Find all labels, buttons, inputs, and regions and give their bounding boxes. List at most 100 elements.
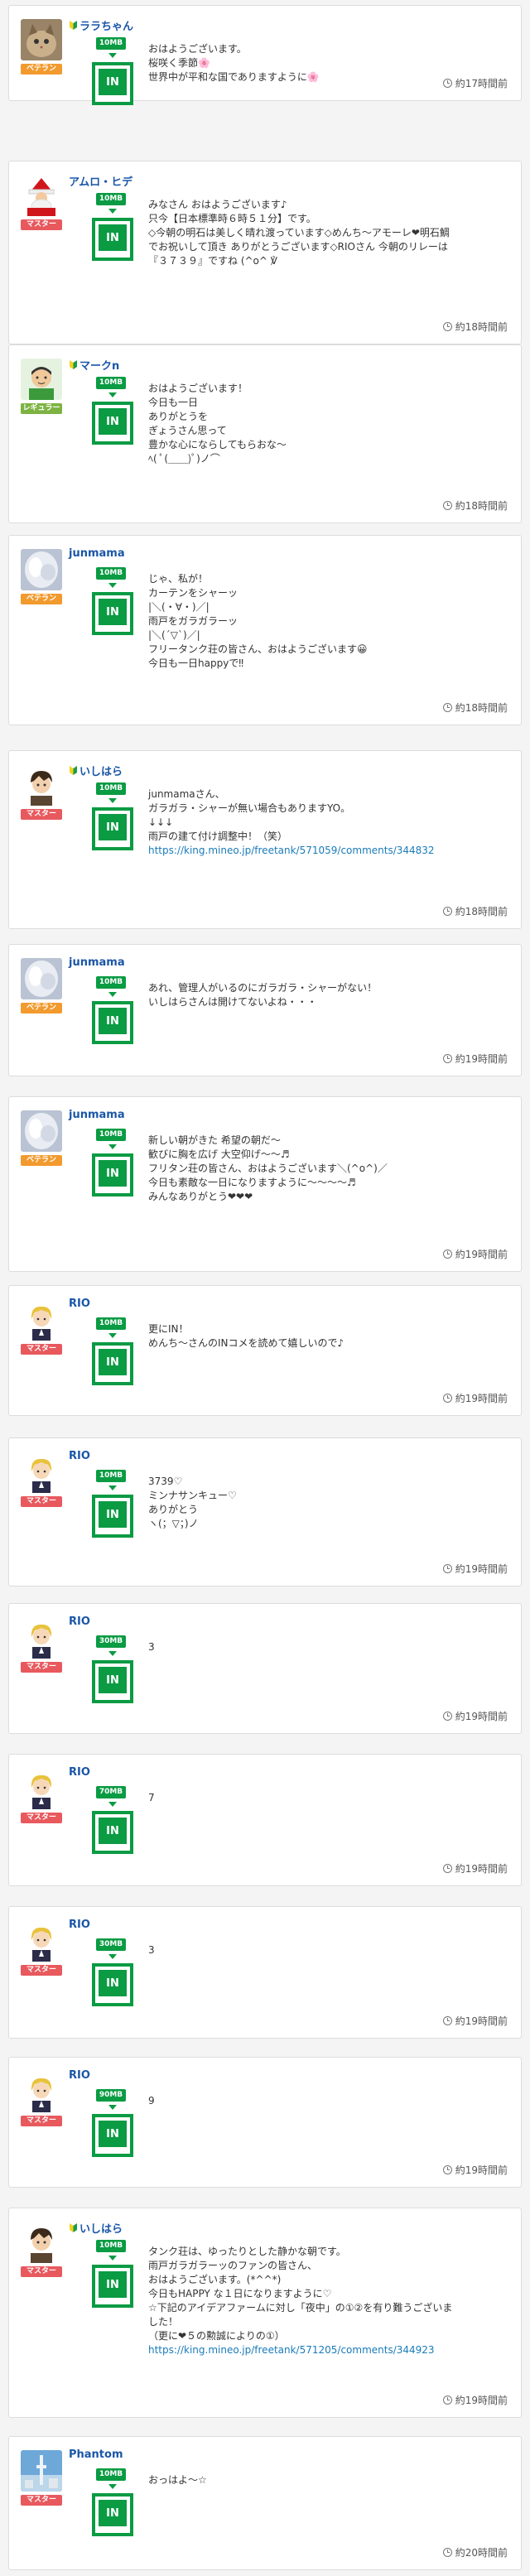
comment-link[interactable]: https://king.mineo.jp/freetank/571205/co… bbox=[148, 2343, 513, 2357]
avatar[interactable] bbox=[21, 359, 62, 400]
timestamp-label: 約19時間前 bbox=[455, 1863, 508, 1875]
beginner-badge-icon bbox=[70, 21, 77, 30]
clock-icon bbox=[442, 1864, 452, 1873]
comment-line: みんなありがとう❤❤❤ bbox=[148, 1191, 253, 1202]
comment-line: タンク荘は、ゆったりとした静かな朝です。 bbox=[148, 2246, 346, 2257]
in-tank-icon: IN bbox=[92, 1153, 133, 1197]
username-label[interactable]: junmama bbox=[69, 956, 125, 969]
rank-badge: マスター bbox=[21, 1344, 62, 1355]
data-amount-badge: 10MB bbox=[96, 782, 126, 795]
username-label[interactable]: RIO bbox=[69, 1615, 90, 1628]
down-arrow-icon bbox=[108, 1651, 117, 1656]
username-label[interactable]: junmama bbox=[69, 547, 125, 560]
comment-body: 9 bbox=[148, 2094, 513, 2108]
avatar[interactable] bbox=[21, 2450, 62, 2492]
data-amount-badge: 10MB bbox=[96, 1129, 126, 1141]
in-tank-icon: IN bbox=[92, 402, 133, 445]
username-label[interactable]: マークn bbox=[80, 357, 119, 373]
username[interactable]: RIO bbox=[69, 2069, 90, 2082]
username-label[interactable]: RIO bbox=[69, 1919, 90, 1931]
comment-card: マスター RIO 70MB IN 7 約19時間前 bbox=[8, 1754, 522, 1886]
username[interactable]: Phantom bbox=[69, 2448, 123, 2461]
username-label[interactable]: いしはら bbox=[80, 2220, 123, 2236]
avatar[interactable] bbox=[21, 1299, 62, 1341]
username[interactable]: いしはら bbox=[69, 2220, 123, 2236]
username-label[interactable]: ララちゃん bbox=[80, 17, 133, 33]
rank-badge: マスター bbox=[21, 2266, 62, 2277]
comment-line: ミンナサンキュー♡ bbox=[148, 1490, 237, 1501]
username-label[interactable]: アムロ・ヒデ bbox=[69, 173, 132, 189]
clock-icon bbox=[442, 2016, 452, 2025]
down-arrow-icon bbox=[108, 53, 117, 58]
username[interactable]: junmama bbox=[69, 956, 125, 969]
clock-icon bbox=[442, 2395, 452, 2405]
timestamp-label: 約18時間前 bbox=[455, 321, 508, 333]
comment-line: 7 bbox=[148, 1792, 155, 1803]
avatar[interactable] bbox=[21, 1110, 62, 1152]
comment-line: ﾍ( ﾟ(＿＿)ﾟ)ノ⌒ bbox=[148, 453, 220, 465]
username-label[interactable]: RIO bbox=[69, 1766, 90, 1779]
rank-badge: マスター bbox=[21, 219, 62, 230]
timestamp-label: 約18時間前 bbox=[455, 906, 508, 917]
avatar[interactable] bbox=[21, 1768, 62, 1809]
in-label: IN bbox=[99, 1160, 127, 1187]
username-label[interactable]: junmama bbox=[69, 1109, 125, 1121]
rank-badge: レギュラー bbox=[21, 403, 62, 414]
comment-link[interactable]: https://king.mineo.jp/freetank/571059/co… bbox=[148, 844, 513, 858]
rank-badge: ベテラン bbox=[21, 1003, 62, 1014]
data-amount-badge: 10MB bbox=[96, 193, 126, 205]
username-label[interactable]: RIO bbox=[69, 2069, 90, 2082]
timestamp-label: 約18時間前 bbox=[455, 702, 508, 714]
avatar[interactable] bbox=[21, 175, 62, 216]
username[interactable]: RIO bbox=[69, 1298, 90, 1310]
username[interactable]: junmama bbox=[69, 547, 125, 560]
comment-body: 7 bbox=[148, 1791, 513, 1805]
avatar[interactable] bbox=[21, 1452, 62, 1493]
avatar[interactable] bbox=[21, 2222, 62, 2263]
username[interactable]: アムロ・ヒデ bbox=[69, 173, 132, 189]
rank-badge: ベテラン bbox=[21, 64, 62, 75]
comment-body: じゃ、私が！ カーテンをシャーッ |＼(・∀・)／| 雨戸をガラガラーッ |＼(´▽`)… bbox=[148, 572, 513, 671]
timestamp-label: 約19時間前 bbox=[455, 1563, 508, 1575]
data-amount-badge: 30MB bbox=[96, 1938, 126, 1951]
avatar[interactable] bbox=[21, 549, 62, 590]
clock-icon bbox=[442, 1712, 452, 1721]
avatar[interactable] bbox=[21, 764, 62, 806]
comment-line: 雨戸の建て付け調整中！（笑） bbox=[148, 831, 288, 842]
comment-line: あれ、管理人がいるのにガラガラ・シャーがない！ bbox=[148, 982, 378, 994]
comment-body: 3739♡ ミンナサンキュー♡ ありがとう ヽ(；▽；)ノ bbox=[148, 1475, 513, 1531]
avatar[interactable] bbox=[21, 1617, 62, 1659]
down-arrow-icon bbox=[108, 2105, 117, 2110]
data-amount-badge: 30MB bbox=[96, 1635, 126, 1648]
comment-card: マスター RIO 10MB IN 3739♡ ミンナサンキュー♡ ありがとう ヽ(；▽… bbox=[8, 1437, 522, 1587]
username[interactable]: RIO bbox=[69, 1615, 90, 1628]
timestamp: 約19時間前 bbox=[442, 1391, 508, 1405]
rank-badge: ベテラン bbox=[21, 594, 62, 604]
comment-line: めんち〜さんのINコメを読めて嬉しいので♪ bbox=[148, 1337, 344, 1349]
in-label: IN bbox=[99, 1818, 127, 1844]
avatar[interactable] bbox=[21, 2071, 62, 2112]
username-label[interactable]: いしはら bbox=[80, 763, 123, 778]
username[interactable]: いしはら bbox=[69, 763, 123, 778]
username[interactable]: マークn bbox=[69, 357, 119, 373]
username-label[interactable]: RIO bbox=[69, 1450, 90, 1462]
in-tank-icon: IN bbox=[92, 62, 133, 105]
timestamp: 約19時間前 bbox=[442, 1709, 508, 1723]
avatar[interactable] bbox=[21, 19, 62, 60]
in-label: IN bbox=[99, 599, 127, 625]
username[interactable]: RIO bbox=[69, 1919, 90, 1931]
clock-icon bbox=[442, 322, 452, 331]
username-label[interactable]: RIO bbox=[69, 1298, 90, 1310]
username[interactable]: RIO bbox=[69, 1766, 90, 1779]
in-tank-icon: IN bbox=[92, 592, 133, 635]
comment-card: レギュラー マークn 10MB IN おはようございます！ 今日も一日 ありがとうを… bbox=[8, 344, 522, 523]
down-arrow-icon bbox=[108, 1485, 117, 1490]
comment-body: タンク荘は、ゆったりとした静かな朝です。 雨戸ガラガラーッのファンの皆さん、 おはよ… bbox=[148, 2245, 513, 2357]
comment-line: おはようございます。(*^^*) bbox=[148, 2274, 282, 2285]
username[interactable]: RIO bbox=[69, 1450, 90, 1462]
avatar[interactable] bbox=[21, 958, 62, 999]
username[interactable]: ララちゃん bbox=[69, 17, 133, 33]
avatar[interactable] bbox=[21, 1920, 62, 1962]
username[interactable]: junmama bbox=[69, 1109, 125, 1121]
username-label[interactable]: Phantom bbox=[69, 2448, 123, 2461]
